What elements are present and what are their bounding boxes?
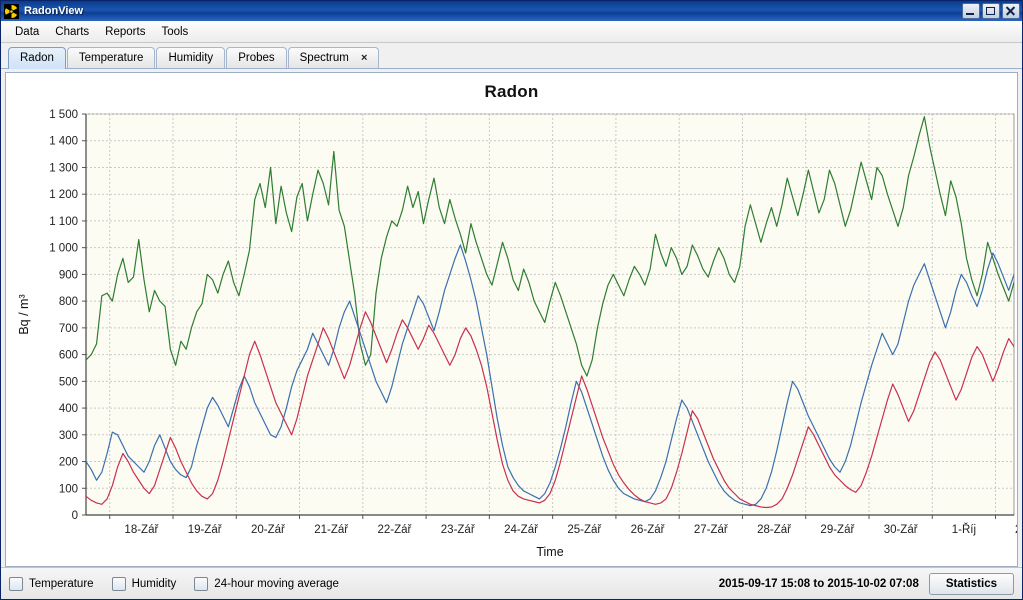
chart-area[interactable]: 0 100 200 300 400 500 600 700 800 900 1 000 1 100 1 … (6, 103, 1017, 566)
checkbox-moving-average[interactable]: 24-hour moving average (194, 576, 339, 591)
tab-spectrum[interactable]: Spectrum × (287, 47, 380, 69)
y-axis-tick-label: 1 400 (49, 136, 78, 148)
tab-label: Temperature (78, 52, 144, 64)
y-axis-tick-label: 800 (59, 296, 78, 308)
x-axis-tick-label: 18-Zář (124, 524, 159, 536)
y-axis-tick-label: 400 (59, 403, 78, 415)
checkbox-temperature[interactable]: Temperature (9, 576, 94, 591)
x-axis-tick-label: 2-Říj (1015, 523, 1018, 536)
y-axis-tick-label: 900 (59, 269, 78, 281)
checkbox-label: Humidity (131, 577, 177, 590)
tab-strip: Radon Temperature Humidity Probes Spectr… (1, 43, 1022, 69)
y-axis-tick-label: 500 (59, 376, 78, 388)
radon-line-chart[interactable]: 0 100 200 300 400 500 600 700 800 900 1 000 1 100 1 … (6, 103, 1018, 567)
tab-probes[interactable]: Probes (226, 47, 287, 69)
title-bar: RadonView (1, 1, 1022, 21)
y-axis-tick-label: 1 100 (49, 216, 78, 228)
y-axis-title: Bq / m³ (17, 294, 31, 334)
y-axis-tick-label: 700 (59, 323, 78, 335)
y-axis-tick-label: 1 200 (49, 189, 78, 201)
y-axis-tick-label: 1 500 (49, 109, 78, 121)
x-axis-tick-label: 21-Zář (314, 524, 349, 536)
tab-humidity[interactable]: Humidity (156, 47, 226, 69)
checkbox-box[interactable] (111, 576, 126, 591)
y-axis-tick-label: 100 (59, 483, 78, 495)
x-axis-tick-label: 28-Zář (757, 524, 792, 536)
menu-item-charts[interactable]: Charts (47, 24, 97, 40)
checkbox-label: 24-hour moving average (214, 577, 339, 590)
x-axis-tick-label: 1-Říj (952, 523, 976, 536)
x-axis-title: Time (536, 545, 563, 559)
menu-item-tools[interactable]: Tools (153, 24, 196, 40)
checkbox-humidity[interactable]: Humidity (111, 576, 177, 591)
tab-label: Spectrum (299, 52, 349, 64)
tab-close-icon[interactable]: × (361, 52, 367, 64)
x-axis-tick-label: 25-Zář (567, 524, 602, 536)
x-axis-tick-label: 19-Zář (188, 524, 223, 536)
y-axis-tick-label: 600 (59, 350, 78, 362)
tab-temperature[interactable]: Temperature (66, 47, 156, 69)
menu-item-reports[interactable]: Reports (97, 24, 153, 40)
y-axis-tick-label: 0 (72, 510, 78, 522)
y-axis-tick-label: 1 000 (49, 243, 78, 255)
x-axis-tick-label: 26-Zář (631, 524, 666, 536)
x-axis-tick-label: 24-Zář (504, 524, 539, 536)
close-icon[interactable] (1002, 3, 1020, 19)
x-axis-tick-label: 30-Zář (884, 524, 919, 536)
menu-bar: Data Charts Reports Tools (1, 21, 1022, 43)
y-axis-tick-label: 1 300 (49, 162, 78, 174)
menu-item-data[interactable]: Data (7, 24, 47, 40)
window-controls (962, 3, 1020, 19)
bottom-bar: Temperature Humidity 24-hour moving aver… (1, 567, 1022, 599)
window-title: RadonView (24, 5, 84, 17)
y-axis-tick-label: 200 (59, 457, 78, 469)
checkbox-box[interactable] (194, 576, 209, 591)
chart-title: Radon (484, 82, 539, 101)
minimize-icon[interactable] (962, 3, 980, 19)
statistics-button[interactable]: Statistics (928, 572, 1014, 595)
tab-label: Humidity (168, 52, 214, 64)
maximize-icon[interactable] (982, 3, 1000, 19)
date-range-text: 2015-09-17 15:08 to 2015-10-02 07:08 (718, 577, 919, 590)
checkbox-label: Temperature (29, 577, 94, 590)
x-axis-tick-label: 29-Zář (820, 524, 855, 536)
tab-label: Radon (20, 52, 54, 64)
checkbox-box[interactable] (9, 576, 23, 591)
x-axis-tick-label: 23-Zář (441, 524, 476, 536)
tab-label: Probes (238, 52, 275, 64)
x-axis-tick-label: 20-Zář (251, 524, 286, 536)
x-axis-tick-label: 27-Zář (694, 524, 729, 536)
radiation-trefoil-icon (4, 3, 19, 19)
chart-panel: Radon 0 100 200 300 400 500 600 700 800 900 1 000 1… (5, 72, 1018, 567)
application-window: RadonView Data Charts Reports Tools Rado… (0, 0, 1023, 600)
tab-radon[interactable]: Radon (8, 47, 66, 69)
x-axis-tick-label: 22-Zář (378, 524, 413, 536)
y-axis-tick-label: 300 (59, 430, 78, 442)
